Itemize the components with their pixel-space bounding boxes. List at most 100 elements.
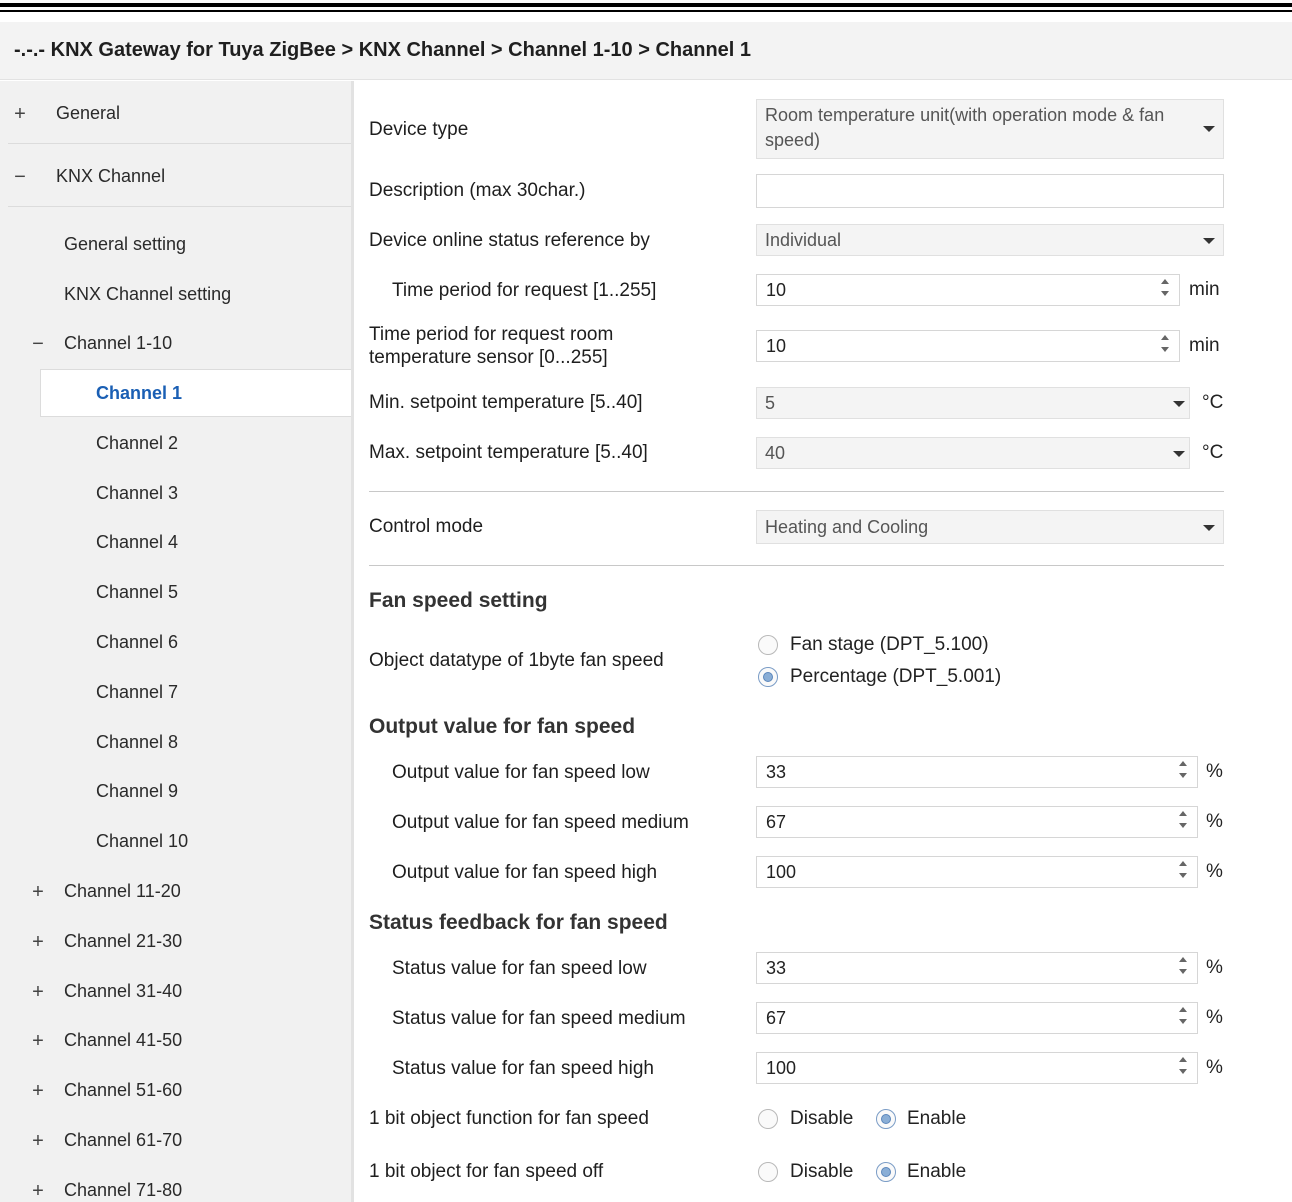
control-mode-label: Control mode: [369, 516, 484, 537]
output-high-stepper[interactable]: 100: [756, 856, 1198, 888]
sidebar-item-label: Channel 61-70: [64, 1130, 183, 1150]
sidebar-item-channel-41-50[interactable]: + Channel 41-50: [0, 1030, 351, 1056]
percentage-label: Percentage (DPT_5.001): [790, 666, 1002, 687]
spin-arrows-icon[interactable]: [1177, 1055, 1189, 1081]
sidebar-item-channel-1-10[interactable]: − Channel 1-10: [0, 333, 351, 359]
status-low-value: 33: [766, 958, 787, 978]
spin-arrows-icon[interactable]: [1177, 1005, 1189, 1031]
bit-function-enable-label: Enable: [907, 1108, 967, 1129]
chevron-down-icon: [1203, 126, 1215, 132]
sidebar-item-knx-channel[interactable]: − KNX Channel: [0, 166, 351, 192]
spin-arrows-icon[interactable]: [1177, 809, 1189, 835]
sidebar-item-channel-10[interactable]: Channel 10: [0, 831, 351, 857]
sidebar-item-channel-21-30[interactable]: + Channel 21-30: [0, 931, 351, 957]
sidebar-item-general-setting[interactable]: General setting: [0, 234, 351, 260]
status-high-label: Status value for fan speed high: [392, 1058, 654, 1079]
chevron-down-icon: [1173, 401, 1185, 407]
sidebar-item-label: Channel 5: [96, 582, 179, 602]
time-request-sensor-label-1: Time period for request room: [369, 324, 614, 345]
status-low-stepper[interactable]: 33: [756, 952, 1198, 984]
sidebar-item-label: General setting: [64, 234, 187, 254]
sidebar-item-channel-31-40[interactable]: + Channel 31-40: [0, 981, 351, 1007]
bit-off-disable-radio[interactable]: [758, 1162, 778, 1182]
output-low-value: 33: [766, 762, 787, 782]
sidebar-item-channel-61-70[interactable]: + Channel 61-70: [0, 1130, 351, 1156]
max-setpoint-label: Max. setpoint temperature [5..40]: [369, 442, 648, 463]
sidebar-item-channel-9[interactable]: Channel 9: [0, 781, 351, 807]
sidebar-item-channel-7[interactable]: Channel 7: [0, 682, 351, 708]
output-medium-stepper[interactable]: 67: [756, 806, 1198, 838]
fan-stage-radio[interactable]: [758, 635, 778, 655]
expand-plus-icon[interactable]: +: [30, 1030, 46, 1053]
unit-label: %: [1206, 957, 1223, 978]
unit-label: %: [1206, 1007, 1223, 1028]
bit-off-enable-radio[interactable]: [876, 1162, 896, 1182]
unit-label: min: [1189, 279, 1220, 300]
sidebar-item-label: Channel 1: [96, 383, 183, 403]
sidebar-item-label: Channel 8: [96, 732, 179, 752]
sidebar-item-label: General: [56, 103, 121, 123]
status-medium-stepper[interactable]: 67: [756, 1002, 1198, 1034]
min-setpoint-dropdown[interactable]: 5: [756, 387, 1190, 419]
status-high-stepper[interactable]: 100: [756, 1052, 1198, 1084]
sidebar-item-channel-5[interactable]: Channel 5: [0, 582, 351, 608]
percentage-radio[interactable]: [758, 667, 778, 687]
device-type-label: Device type: [369, 119, 469, 140]
expand-plus-icon[interactable]: +: [30, 931, 46, 954]
description-input[interactable]: [756, 174, 1224, 208]
spin-arrows-icon[interactable]: [1159, 277, 1171, 303]
fan-stage-label: Fan stage (DPT_5.100): [790, 634, 989, 655]
sidebar-item-knx-channel-setting[interactable]: KNX Channel setting: [0, 284, 351, 310]
bit-off-label: 1 bit object for fan speed off: [369, 1161, 604, 1182]
divider: [369, 491, 1224, 492]
device-type-dropdown[interactable]: Room temperature unit(with operation mod…: [756, 99, 1224, 159]
online-status-dropdown[interactable]: Individual: [756, 224, 1224, 256]
sidebar-item-label: Channel 7: [96, 682, 179, 702]
output-low-stepper[interactable]: 33: [756, 756, 1198, 788]
parameter-panel: Device type Room temperature unit(with o…: [354, 81, 1292, 1202]
expand-plus-icon[interactable]: +: [30, 881, 46, 904]
sidebar-item-channel-51-60[interactable]: + Channel 51-60: [0, 1080, 351, 1106]
divider: [8, 143, 351, 144]
unit-label: %: [1206, 861, 1223, 882]
control-mode-dropdown[interactable]: Heating and Cooling: [756, 510, 1224, 544]
status-feedback-section-title: Status feedback for fan speed: [369, 911, 668, 934]
sidebar-item-channel-6[interactable]: Channel 6: [0, 632, 351, 658]
chevron-down-icon: [1203, 525, 1215, 531]
sidebar-item-general[interactable]: + General: [0, 103, 351, 129]
collapse-minus-icon[interactable]: −: [30, 333, 46, 356]
control-mode-value: Heating and Cooling: [765, 517, 929, 537]
title-bar: -.-.- KNX Gateway for Tuya ZigBee > KNX …: [0, 22, 1292, 80]
expand-plus-icon[interactable]: +: [30, 1180, 46, 1202]
spin-arrows-icon[interactable]: [1177, 759, 1189, 785]
sidebar-item-channel-2[interactable]: Channel 2: [0, 433, 351, 459]
max-setpoint-dropdown[interactable]: 40: [756, 437, 1190, 469]
time-request-stepper[interactable]: 10: [756, 274, 1180, 306]
sidebar-item-channel-8[interactable]: Channel 8: [0, 732, 351, 758]
time-request-sensor-stepper[interactable]: 10: [756, 330, 1180, 362]
expand-plus-icon[interactable]: +: [30, 1130, 46, 1153]
unit-label: °C: [1202, 392, 1224, 413]
output-medium-value: 67: [766, 812, 787, 832]
expand-plus-icon[interactable]: +: [12, 103, 28, 126]
spin-arrows-icon[interactable]: [1177, 859, 1189, 885]
bit-function-label: 1 bit object function for fan speed: [369, 1108, 649, 1129]
bit-function-enable-radio[interactable]: [876, 1109, 896, 1129]
expand-plus-icon[interactable]: +: [30, 981, 46, 1004]
collapse-minus-icon[interactable]: −: [12, 166, 28, 189]
expand-plus-icon[interactable]: +: [30, 1080, 46, 1103]
sidebar-item-label: KNX Channel setting: [64, 284, 232, 304]
spin-arrows-icon[interactable]: [1177, 955, 1189, 981]
spin-arrows-icon[interactable]: [1159, 333, 1171, 359]
sidebar-item-channel-71-80[interactable]: + Channel 71-80: [0, 1180, 351, 1202]
sidebar-item-channel-11-20[interactable]: + Channel 11-20: [0, 881, 351, 907]
output-high-label: Output value for fan speed high: [392, 862, 658, 883]
sidebar-item-channel-3[interactable]: Channel 3: [0, 483, 351, 509]
sidebar-item-label: Channel 3: [96, 483, 179, 503]
unit-label: %: [1206, 811, 1223, 832]
sidebar-item-channel-4[interactable]: Channel 4: [0, 532, 351, 558]
top-border-thin: [0, 10, 1292, 12]
bit-function-disable-radio[interactable]: [758, 1109, 778, 1129]
sidebar-item-channel-1[interactable]: Channel 1: [40, 369, 353, 417]
sidebar-tree: + General − KNX Channel General setting …: [0, 81, 353, 1202]
